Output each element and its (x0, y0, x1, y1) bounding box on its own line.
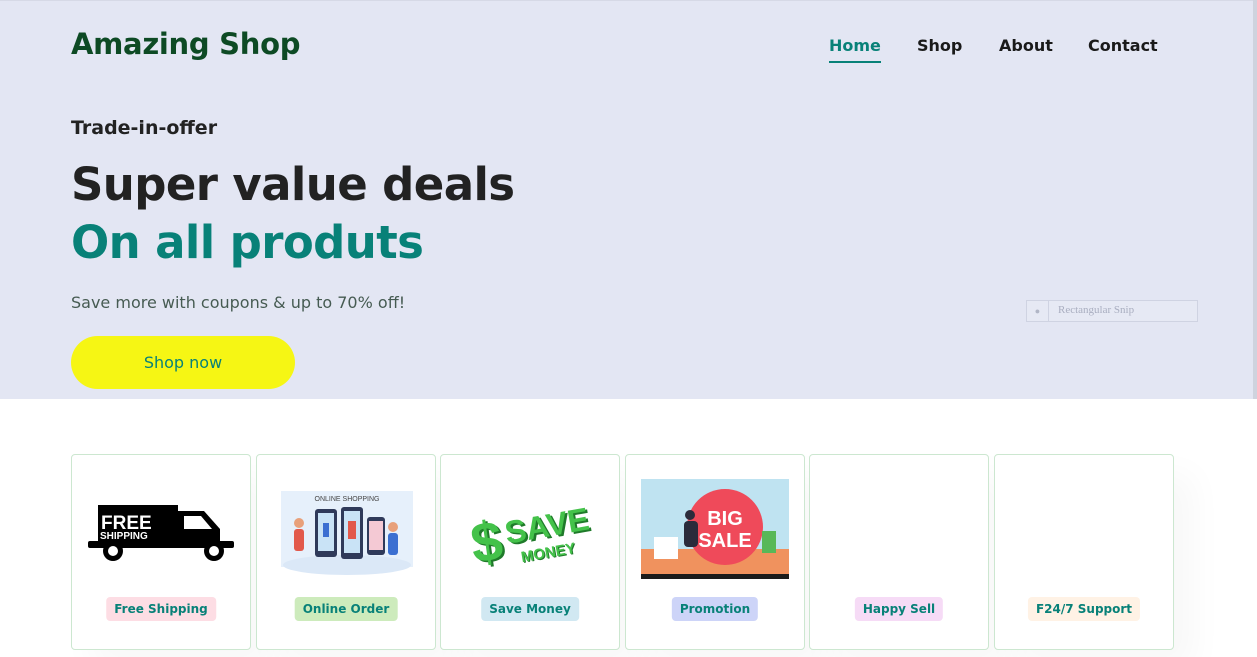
svg-text:SAVE: SAVE (502, 501, 592, 551)
shop-now-button[interactable]: Shop now (71, 336, 295, 389)
site-header: Amazing Shop Home Shop About Contact (0, 0, 1257, 88)
feature-card-support: F24/7 Support (994, 454, 1174, 650)
hero-description: Save more with coupons & up to 70% off! (71, 293, 406, 312)
feature-label: Promotion (671, 597, 759, 621)
nav-contact[interactable]: Contact (1088, 36, 1158, 55)
hero-kicker: Trade-in-offer (71, 117, 218, 139)
feature-card-online-order: ONLINE SHOPPING Online Order (256, 454, 436, 650)
snip-label: Rectangular Snip (1058, 304, 1135, 316)
svg-text:SALE: SALE (698, 530, 751, 552)
free-shipping-truck-icon: FREE SHIPPING (88, 505, 234, 561)
page-scrollbar[interactable] (1253, 0, 1257, 399)
save-money-icon: $ $ SAVE SAVE MONEY MONEY (467, 501, 594, 577)
big-sale-icon: BIG SALE (641, 479, 789, 579)
feature-card-save-money: $ $ SAVE SAVE MONEY MONEY Save Money (440, 454, 620, 650)
svg-text:ONLINE SHOPPING: ONLINE SHOPPING (315, 496, 380, 503)
feature-card-promotion: BIG SALE Promotion (625, 454, 805, 650)
feature-card-happy-sell: Happy Sell (809, 454, 989, 650)
feature-label: Online Order (294, 597, 398, 621)
svg-text:SHIPPING: SHIPPING (100, 531, 148, 542)
hero-title-accent: On all produts (71, 216, 424, 269)
rectangular-snip-overlay[interactable]: ● Rectangular Snip (1026, 300, 1198, 322)
snip-icon: ● (1027, 301, 1049, 321)
nav-home[interactable]: Home (829, 36, 881, 63)
hero-title: Super value deals (71, 158, 515, 211)
site-logo[interactable]: Amazing Shop (71, 27, 300, 61)
hero-section: Trade-in-offer Super value deals On all … (0, 88, 1257, 399)
online-shopping-icon: ONLINE SHOPPING (281, 491, 413, 575)
feature-label: Happy Sell (854, 597, 944, 621)
nav-shop[interactable]: Shop (917, 36, 962, 55)
feature-label: Free Shipping (106, 597, 216, 621)
feature-label: F24/7 Support (1027, 597, 1141, 621)
feature-card-free-shipping: FREE SHIPPING Free Shipping (71, 454, 251, 650)
features-section: FREE SHIPPING Free Shipping ONLINE SHOPP… (0, 399, 1257, 657)
feature-label: Save Money (481, 597, 579, 621)
nav-about[interactable]: About (999, 36, 1053, 55)
svg-text:BIG: BIG (707, 508, 743, 530)
